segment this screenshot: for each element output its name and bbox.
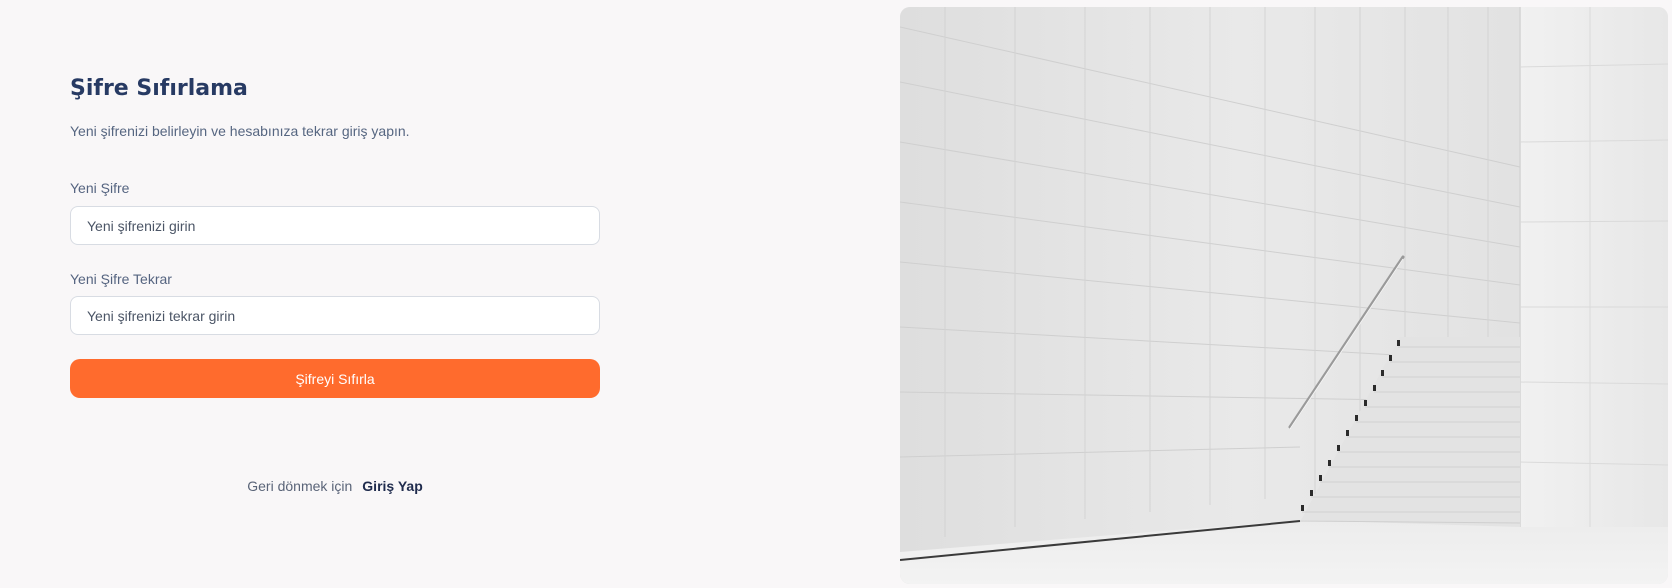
new-password-input[interactable] xyxy=(87,217,599,234)
reset-password-page: Şifre Sıfırlama Yeni şifrenizi belirleyi… xyxy=(0,0,1672,588)
back-to-login: Geri dönmek için Giriş Yap xyxy=(70,478,600,494)
hero-image xyxy=(900,7,1668,584)
confirm-password-input[interactable] xyxy=(87,307,599,324)
page-subtitle: Yeni şifrenizi belirleyin ve hesabınıza … xyxy=(70,123,410,139)
login-link[interactable]: Giriş Yap xyxy=(362,478,422,494)
confirm-password-field-wrapper xyxy=(70,296,600,335)
page-title: Şifre Sıfırlama xyxy=(70,76,248,101)
new-password-field-wrapper xyxy=(70,206,600,245)
new-password-label: Yeni Şifre xyxy=(70,180,130,196)
reset-password-button[interactable]: Şifreyi Sıfırla xyxy=(70,359,600,398)
confirm-password-label: Yeni Şifre Tekrar xyxy=(70,271,172,287)
back-text: Geri dönmek için xyxy=(247,478,353,494)
